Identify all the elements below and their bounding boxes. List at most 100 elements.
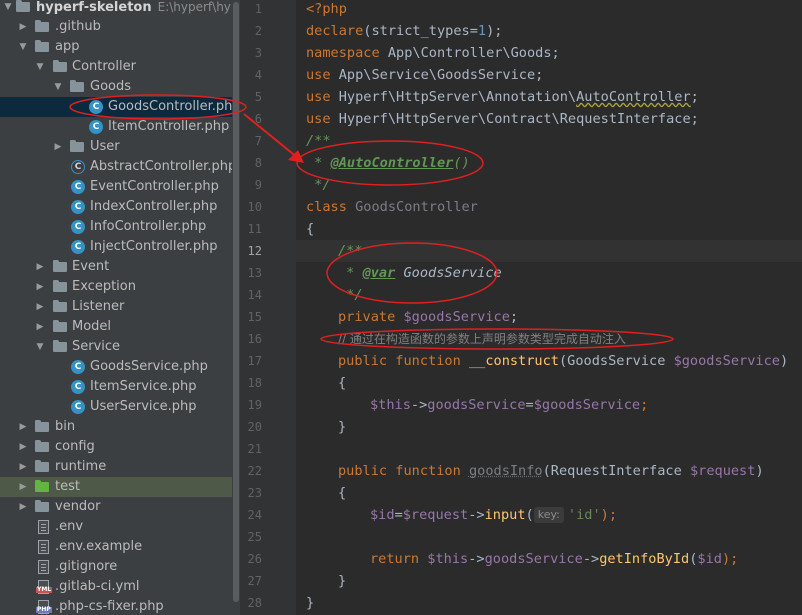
tree-item-goods-service[interactable]: C GoodsService.php (0, 357, 240, 377)
chevron-right-icon[interactable]: ▶ (52, 137, 64, 157)
code-line-2[interactable]: declare(strict_types=1); (306, 20, 502, 42)
tree-item-env[interactable]: .env (0, 517, 240, 537)
code-line-8[interactable]: * @AutoController() (306, 152, 470, 174)
tree-item-label: config (55, 439, 95, 454)
chevron-down-icon[interactable]: ▼ (2, 0, 14, 17)
tree-item-env-example[interactable]: .env.example (0, 537, 240, 557)
code-line-22[interactable]: public function goodsInfo(RequestInterfa… (338, 460, 764, 482)
tree-item-gitignore[interactable]: .gitignore (0, 557, 240, 577)
tree-item-listener[interactable]: ▶ Listener (0, 297, 240, 317)
tree-item-item-controller[interactable]: C ItemController.php (0, 117, 240, 137)
code-line-20[interactable]: } (338, 416, 346, 438)
code-line-24[interactable]: $id=$request->input(key:'id'); (370, 504, 617, 526)
tree-item-goods-controller[interactable]: C GoodsController.php (0, 97, 240, 117)
tree-item-label: Listener (72, 299, 125, 314)
code-line-11[interactable]: { (306, 218, 314, 240)
tree-item-label: Event (72, 259, 110, 274)
code-line-14[interactable]: */ (338, 284, 362, 306)
tree-item-user[interactable]: ▶ User (0, 137, 240, 157)
code-line-18[interactable]: { (338, 372, 346, 394)
tree-item-goods[interactable]: ▼ Goods (0, 77, 240, 97)
code-line-27[interactable]: } (338, 570, 346, 592)
tree-item-github[interactable]: ▶ .github (0, 17, 240, 37)
chevron-right-icon[interactable]: ▶ (17, 457, 29, 477)
folder-icon (16, 0, 30, 14)
code-line-23[interactable]: { (338, 482, 346, 504)
code-line-12[interactable]: /** (338, 240, 363, 262)
line-number: 23 (247, 486, 262, 500)
code-line-9[interactable]: */ (306, 174, 330, 196)
php-class-icon: C (71, 380, 85, 394)
tree-root[interactable]: ▼ hyperf-skeleton E:\hyperf\hyperf-s (0, 0, 240, 17)
chevron-right-icon[interactable]: ▶ (17, 437, 29, 457)
tree-item-label: runtime (55, 459, 107, 474)
tree-item-exception[interactable]: ▶ Exception (0, 277, 240, 297)
tree-item-label: app (55, 39, 80, 54)
tree-item-model[interactable]: ▶ Model (0, 317, 240, 337)
chevron-right-icon[interactable]: ▶ (17, 17, 29, 37)
tree-item-test[interactable]: ▶ test (0, 477, 240, 497)
code-line-4[interactable]: use App\Service\GoodsService; (306, 64, 543, 86)
code-line-6[interactable]: use Hyperf\HttpServer\Contract\RequestIn… (306, 108, 699, 130)
tree-scrollbar[interactable] (232, 0, 240, 615)
tree-item-index-controller[interactable]: C IndexController.php (0, 197, 240, 217)
tree-item-inject-controller[interactable]: C InjectController.php (0, 237, 240, 257)
tree-item-service[interactable]: ▼ Service (0, 337, 240, 357)
code-line-3[interactable]: namespace App\Controller\Goods; (306, 42, 560, 64)
tree-item-vendor[interactable]: ▶ vendor (0, 497, 240, 517)
tree-item-info-controller[interactable]: C InfoController.php (0, 217, 240, 237)
line-number: 2 (254, 24, 262, 38)
tree-item-event[interactable]: ▶ Event (0, 257, 240, 277)
abstract-class-icon: C (71, 160, 85, 174)
chevron-right-icon[interactable]: ▶ (34, 317, 46, 337)
chevron-right-icon[interactable]: ▶ (17, 417, 29, 437)
chevron-right-icon[interactable]: ▶ (34, 257, 46, 277)
code-line-17[interactable]: public function __construct(GoodsService… (338, 350, 788, 372)
code-line-19[interactable]: $this->goodsService=$goodsService; (370, 394, 648, 416)
code-line-16[interactable]: // 通过在构造函数的参数上声明参数类型完成自动注入 (338, 328, 626, 350)
tree-item-label: .github (55, 19, 101, 34)
tree-item-label: User (90, 139, 120, 154)
editor-gutter[interactable]: 1 2 3 4 5 6 7 8 9 10 11 12 13 14 15 16 17 18 19 20 21 22 23 24 2… (240, 0, 306, 615)
line-number: 21 (247, 442, 262, 456)
text-file-icon (38, 520, 49, 534)
php-class-icon: C (71, 200, 85, 214)
chevron-right-icon[interactable]: ▶ (34, 277, 46, 297)
tree-item-label: Controller (72, 59, 136, 74)
folder-icon (35, 420, 49, 434)
folder-icon (35, 20, 49, 34)
tree-item-app[interactable]: ▼ app (0, 37, 240, 57)
code-line-26[interactable]: return $this->goodsService->getInfoById(… (370, 548, 738, 570)
tree-item-event-controller[interactable]: C EventController.php (0, 177, 240, 197)
code-editor[interactable]: <?php declare(strict_types=1); namespace… (296, 0, 802, 615)
tree-item-runtime[interactable]: ▶ runtime (0, 457, 240, 477)
chevron-right-icon[interactable]: ▶ (34, 297, 46, 317)
project-tree[interactable]: ▼ hyperf-skeleton E:\hyperf\hyperf-s ▶ .g… (0, 0, 240, 615)
chevron-down-icon[interactable]: ▼ (17, 37, 29, 57)
php-class-icon: C (71, 180, 85, 194)
code-line-28[interactable]: } (306, 592, 314, 614)
tree-item-controller[interactable]: ▼ Controller (0, 57, 240, 77)
code-line-10[interactable]: class GoodsController (306, 196, 478, 218)
line-number: 28 (247, 596, 262, 610)
chevron-down-icon[interactable]: ▼ (34, 337, 46, 357)
tree-item-item-service[interactable]: C ItemService.php (0, 377, 240, 397)
chevron-down-icon[interactable]: ▼ (34, 57, 46, 77)
code-line-15[interactable]: private $goodsService; (338, 306, 518, 328)
tree-item-php-cs-fixer[interactable]: .php-cs-fixer.php (0, 597, 240, 615)
code-line-13[interactable]: * @var GoodsService (338, 262, 502, 284)
folder-icon (35, 460, 49, 474)
line-number: 12 (247, 244, 262, 258)
chevron-right-icon[interactable]: ▶ (17, 477, 29, 497)
tree-item-user-service[interactable]: C UserService.php (0, 397, 240, 417)
code-line-7[interactable]: /** (306, 130, 331, 152)
tree-item-config[interactable]: ▶ config (0, 437, 240, 457)
code-line-5[interactable]: use Hyperf\HttpServer\Annotation\AutoCon… (306, 86, 699, 108)
chevron-down-icon[interactable]: ▼ (52, 77, 64, 97)
tree-item-abstract-controller[interactable]: C AbstractController.php (0, 157, 240, 177)
line-number: 1 (254, 2, 262, 16)
code-line-1[interactable]: <?php (306, 0, 347, 20)
tree-item-bin[interactable]: ▶ bin (0, 417, 240, 437)
tree-item-gitlab-ci[interactable]: .gitlab-ci.yml (0, 577, 240, 597)
chevron-right-icon[interactable]: ▶ (17, 497, 29, 517)
